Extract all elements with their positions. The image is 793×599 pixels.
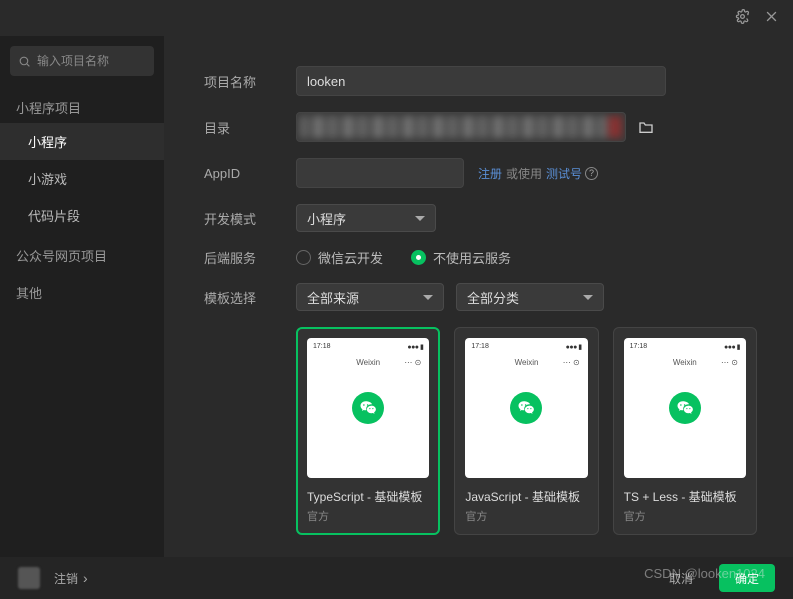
sidebar-item-snippet[interactable]: 代码片段 (0, 197, 164, 234)
avatar[interactable] (18, 567, 40, 589)
search-input[interactable] (37, 54, 146, 68)
template-list: 17:18●●● ▮ Weixin⋯ ⊙ TypeScript - 基础模板 官… (296, 327, 757, 535)
template-source-select[interactable]: 全部来源 (296, 283, 444, 311)
label-devmode: 开发模式 (204, 209, 296, 228)
register-link[interactable]: 注册 (478, 165, 502, 182)
search-box[interactable] (10, 46, 154, 76)
label-appid: AppID (204, 166, 296, 181)
template-preview: 17:18●●● ▮ Weixin⋯ ⊙ (307, 338, 429, 478)
nav-group-official: 公众号网页项目 (0, 234, 164, 271)
folder-icon[interactable] (632, 113, 660, 141)
label-backend: 后端服务 (204, 248, 296, 267)
wechat-logo-icon (669, 392, 701, 424)
close-icon[interactable] (764, 9, 779, 27)
template-preview: 17:18●●● ▮ Weixin⋯ ⊙ (624, 338, 746, 478)
template-sub: 官方 (307, 508, 429, 524)
nav-group-other: 其他 (0, 271, 164, 308)
radio-cloud[interactable]: 微信云开发 (296, 248, 383, 267)
settings-icon[interactable] (735, 9, 750, 27)
sidebar-item-minigame[interactable]: 小游戏 (0, 160, 164, 197)
directory-input[interactable] (296, 112, 626, 142)
radio-nocloud-label: 不使用云服务 (433, 248, 511, 267)
template-title: TS + Less - 基础模板 (624, 488, 746, 505)
sidebar: 小程序项目 小程序 小游戏 代码片段 公众号网页项目 其他 (0, 36, 164, 557)
sidebar-item-miniprogram[interactable]: 小程序 (0, 123, 164, 160)
radio-nocloud[interactable]: 不使用云服务 (411, 248, 511, 267)
footer: 注销 取消 确定 (0, 557, 793, 599)
template-sub: 官方 (624, 508, 746, 524)
wechat-logo-icon (510, 392, 542, 424)
template-sub: 官方 (465, 508, 587, 524)
or-use-text: 或使用 (506, 165, 542, 182)
label-projectname: 项目名称 (204, 72, 296, 91)
logout-button[interactable]: 注销 (54, 570, 88, 587)
search-icon (18, 55, 31, 68)
appid-input[interactable] (296, 158, 464, 188)
template-category-select[interactable]: 全部分类 (456, 283, 604, 311)
template-card-js[interactable]: 17:18●●● ▮ Weixin⋯ ⊙ JavaScript - 基础模板 官… (454, 327, 598, 535)
radio-cloud-label: 微信云开发 (318, 248, 383, 267)
label-template: 模板选择 (204, 288, 296, 307)
main-form: 项目名称 目录 AppID 注册 或使用 测试号 ? 开发模式 小程序 后端服务… (164, 36, 793, 557)
project-name-input[interactable] (296, 66, 666, 96)
template-card-ts[interactable]: 17:18●●● ▮ Weixin⋯ ⊙ TypeScript - 基础模板 官… (296, 327, 440, 535)
template-title: TypeScript - 基础模板 (307, 488, 429, 505)
label-directory: 目录 (204, 118, 296, 137)
confirm-button[interactable]: 确定 (719, 564, 775, 592)
help-icon[interactable]: ? (585, 167, 598, 180)
wechat-logo-icon (352, 392, 384, 424)
template-title: JavaScript - 基础模板 (465, 488, 587, 505)
cancel-button[interactable]: 取消 (653, 564, 709, 592)
devmode-select[interactable]: 小程序 (296, 204, 436, 232)
template-card-tsless[interactable]: 17:18●●● ▮ Weixin⋯ ⊙ TS + Less - 基础模板 官方 (613, 327, 757, 535)
test-account-link[interactable]: 测试号 (546, 165, 582, 182)
template-preview: 17:18●●● ▮ Weixin⋯ ⊙ (465, 338, 587, 478)
nav-group-miniprogram: 小程序项目 (0, 86, 164, 123)
